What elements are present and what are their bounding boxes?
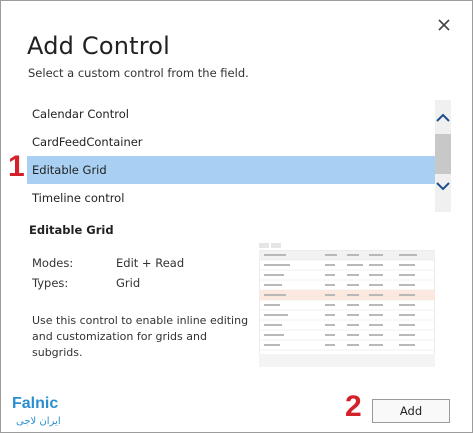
list-item-label: Timeline control (32, 191, 125, 205)
control-description: Use this control to enable inline editin… (32, 314, 249, 359)
close-icon[interactable] (435, 16, 453, 34)
list-item-label: Calendar Control (32, 107, 129, 121)
types-label: Types: (32, 276, 69, 290)
list-item-cardfeedcontainer[interactable]: CardFeedContainer (27, 128, 435, 156)
dialog-subtitle: Select a custom control from the field. (28, 66, 249, 80)
modes-value: Edit + Read (116, 256, 185, 270)
scroll-up-icon[interactable] (435, 110, 451, 126)
svg-text:ایران لاجی: ایران لاجی (16, 416, 61, 427)
add-button[interactable]: Add (372, 399, 450, 423)
annotation-number-1: 1 (8, 150, 25, 183)
add-control-dialog: Add Control Select a custom control from… (0, 0, 473, 433)
detail-title: Editable Grid (29, 223, 114, 237)
list-item-editable-grid[interactable]: Editable Grid (27, 156, 435, 184)
scroll-down-icon[interactable] (435, 178, 451, 194)
falnic-logo-icon: Falnic ایران لاجی (12, 395, 61, 427)
annotation-number-2: 2 (345, 390, 362, 423)
types-value: Grid (116, 276, 141, 290)
list-item-label: Editable Grid (32, 163, 107, 177)
falnic-watermark-logo: Falnic ایران لاجی (12, 392, 72, 428)
modes-label: Modes: (32, 256, 74, 270)
scrollbar-thumb[interactable] (435, 134, 451, 174)
dialog-title: Add Control (27, 32, 171, 60)
list-item-calendar-control[interactable]: Calendar Control (27, 100, 435, 128)
list-item-timeline-control[interactable]: Timeline control (27, 184, 435, 212)
control-list: Calendar Control CardFeedContainer Edita… (27, 100, 435, 212)
list-scrollbar[interactable] (435, 100, 451, 212)
list-item-label: CardFeedContainer (32, 135, 143, 149)
svg-text:Falnic: Falnic (12, 395, 58, 412)
grid-preview-image (259, 243, 435, 367)
